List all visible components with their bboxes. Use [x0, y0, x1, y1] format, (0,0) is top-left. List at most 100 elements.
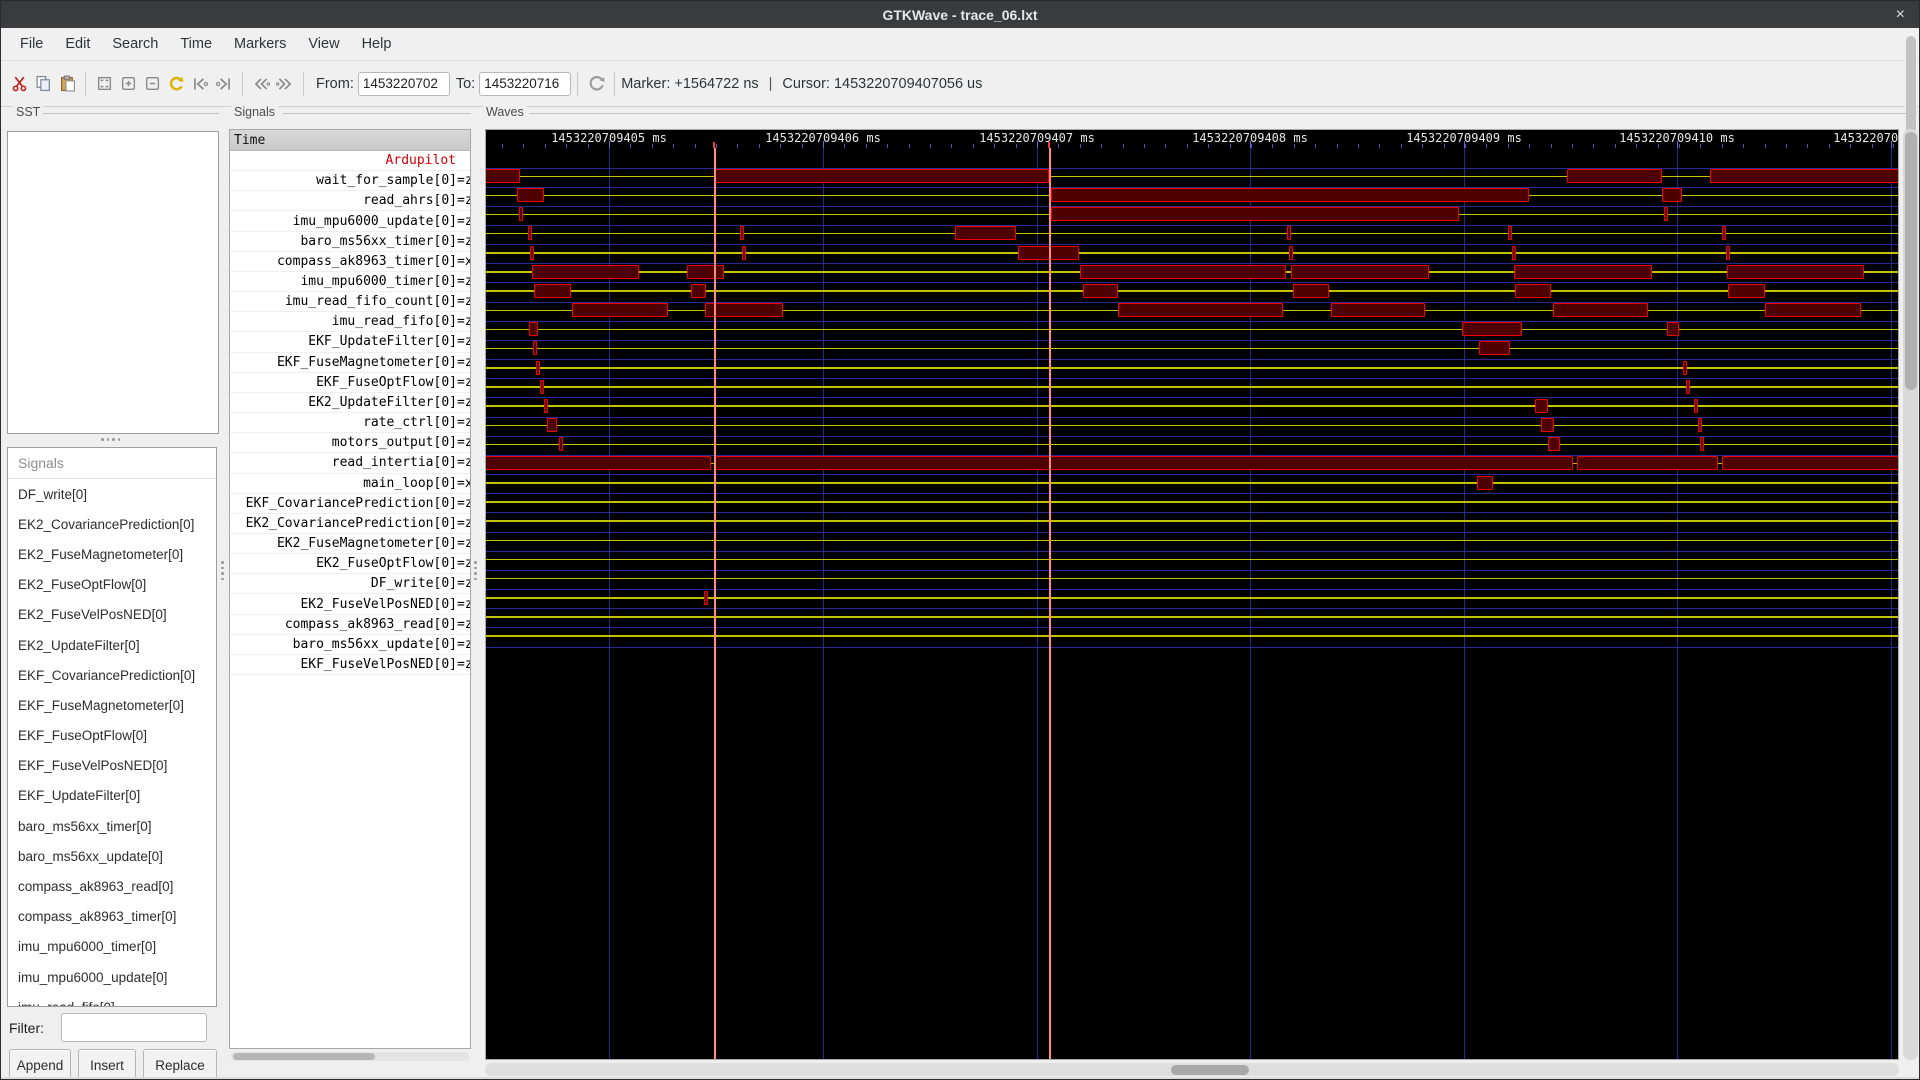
- menu-help[interactable]: Help: [351, 28, 403, 60]
- baseline-marker-line[interactable]: [714, 148, 716, 1059]
- signal-list-item[interactable]: compass_ak8963_read[0]: [8, 871, 216, 901]
- cursor-marker-line[interactable]: [1049, 148, 1051, 1059]
- signal-list-item[interactable]: EK2_CovariancePrediction[0]: [8, 509, 216, 539]
- paste-icon[interactable]: [56, 73, 78, 95]
- from-input[interactable]: [357, 71, 450, 96]
- signal-list-item[interactable]: compass_ak8963_timer[0]: [8, 902, 216, 932]
- signal-row[interactable]: read_ahrs[0] =z: [230, 191, 470, 212]
- menu-edit[interactable]: Edit: [54, 28, 101, 60]
- reload-icon[interactable]: [585, 73, 607, 95]
- signal-row[interactable]: imu_mpu6000_update[0] =z: [230, 211, 470, 232]
- signal-row[interactable]: baro_ms56xx_update[0] =z: [230, 635, 470, 655]
- trace-separator: [486, 627, 1898, 629]
- pane-splitter-left[interactable]: [221, 561, 224, 580]
- signals-hscrollbar[interactable]: [231, 1052, 469, 1061]
- signal-list-item[interactable]: baro_ms56xx_update[0]: [8, 841, 216, 871]
- signal-list-item[interactable]: DF_write[0]: [8, 479, 216, 509]
- signal-list-item[interactable]: EK2_FuseMagnetometer[0]: [8, 539, 216, 569]
- signal-row[interactable]: imu_mpu6000_timer[0] =z: [230, 272, 470, 293]
- signal-list-item[interactable]: imu_mpu6000_timer[0]: [8, 932, 216, 962]
- wave-x-block-imu_read_fifo_count: [1293, 283, 1329, 298]
- signal-row[interactable]: read_intertia[0] =z: [230, 453, 470, 474]
- signal-list-item[interactable]: EK2_UpdateFilter[0]: [8, 630, 216, 660]
- replace-button[interactable]: Replace: [143, 1049, 217, 1079]
- pane-splitter-waves[interactable]: [474, 561, 477, 580]
- cut-icon[interactable]: [8, 73, 30, 95]
- menu-view[interactable]: View: [297, 28, 350, 60]
- trace-z-line-EK2_FuseVelPosNED: [486, 577, 1898, 580]
- insert-button[interactable]: Insert: [78, 1049, 136, 1079]
- menu-file[interactable]: File: [9, 28, 54, 60]
- signal-list-item[interactable]: EKF_FuseVelPosNED[0]: [8, 751, 216, 781]
- signal-name: motors_output[0]: [331, 435, 457, 451]
- jump-start-icon[interactable]: [189, 73, 211, 95]
- menu-time[interactable]: Time: [169, 28, 223, 60]
- shift-right-icon[interactable]: [274, 73, 296, 95]
- sst-splitter[interactable]: [101, 438, 120, 441]
- zoom-fit-icon[interactable]: [93, 73, 115, 95]
- signal-value: =z: [457, 495, 470, 511]
- signal-row[interactable]: EK2_CovariancePrediction[0] =z: [230, 514, 470, 534]
- signal-row[interactable]: EK2_FuseMagnetometer[0] =z: [230, 534, 470, 555]
- filter-label: Filter:: [9, 1020, 44, 1036]
- signal-list-item[interactable]: imu_read_fifo[0]: [8, 992, 216, 1006]
- waves-vscrollbar[interactable]: [1903, 129, 1918, 1060]
- signals-frame-line: [283, 113, 471, 114]
- title-bar[interactable]: GTKWave - trace_06.lxt ×: [1, 1, 1919, 28]
- signal-list-item[interactable]: EKF_CovariancePrediction[0]: [8, 660, 216, 690]
- append-button[interactable]: Append: [9, 1049, 71, 1079]
- waves-vscroll-thumb[interactable]: [1904, 132, 1917, 390]
- signal-name: read_intertia[0]: [331, 455, 457, 471]
- signal-value: =z: [457, 636, 470, 652]
- signal-list-item[interactable]: baro_ms56xx_timer[0]: [8, 811, 216, 841]
- signal-row[interactable]: EK2_FuseVelPosNED[0] =z: [230, 594, 470, 615]
- signal-list-item[interactable]: EK2_FuseOptFlow[0]: [8, 570, 216, 600]
- close-icon[interactable]: ×: [1890, 1, 1911, 28]
- signal-group-label[interactable]: Ardupilot: [230, 151, 470, 172]
- signal-list-item[interactable]: EKF_FuseMagnetometer[0]: [8, 690, 216, 720]
- signal-list-item[interactable]: EKF_FuseOptFlow[0]: [8, 721, 216, 751]
- copy-icon[interactable]: [32, 73, 54, 95]
- timeline-label: 1453220709410 ms: [1619, 131, 1735, 145]
- waves-hscrollbar[interactable]: [485, 1063, 1899, 1076]
- signal-row[interactable]: EKF_FuseVelPosNED[0] =z: [230, 655, 470, 676]
- signal-row[interactable]: DF_write[0] =z: [230, 574, 470, 595]
- signal-row[interactable]: compass_ak8963_timer[0] =x: [230, 252, 470, 272]
- signal-row[interactable]: imu_read_fifo_count[0] =z: [230, 292, 470, 313]
- zoom-undo-icon[interactable]: [165, 73, 187, 95]
- wave-x-block-rate_ctrl: [544, 398, 548, 413]
- signal-row[interactable]: EKF_CovariancePrediction[0] =z: [230, 494, 470, 514]
- signal-row[interactable]: rate_ctrl[0] =z: [230, 413, 470, 434]
- signal-row[interactable]: main_loop[0] =x: [230, 474, 470, 494]
- wave-x-block-baro_ms56xx_timer: [1508, 226, 1512, 241]
- to-input[interactable]: [479, 71, 572, 96]
- signal-row[interactable]: EKF_FuseOptFlow[0] =z: [230, 373, 470, 393]
- signal-row[interactable]: motors_output[0] =z: [230, 433, 470, 454]
- signal-row[interactable]: EK2_UpdateFilter[0] =z: [230, 393, 470, 414]
- menu-search[interactable]: Search: [101, 28, 169, 60]
- zoom-out-icon[interactable]: [141, 73, 163, 95]
- filter-input[interactable]: [61, 1013, 207, 1042]
- signal-list-item[interactable]: EKF_UpdateFilter[0]: [8, 781, 216, 811]
- signal-list-item[interactable]: imu_mpu6000_update[0]: [8, 962, 216, 992]
- signals-hscroll-thumb[interactable]: [233, 1053, 375, 1060]
- signal-row[interactable]: wait_for_sample[0] =z: [230, 171, 470, 192]
- signal-row[interactable]: EKF_UpdateFilter[0] =z: [230, 332, 470, 353]
- time-header[interactable]: Time: [230, 130, 470, 151]
- jump-end-icon[interactable]: [213, 73, 235, 95]
- waves-hscroll-thumb[interactable]: [1171, 1064, 1249, 1075]
- wave-timeline[interactable]: 1453220709405 ms 1453220709406 ms 14532207…: [486, 130, 1898, 148]
- signal-row[interactable]: compass_ak8963_read[0] =z: [230, 615, 470, 635]
- shift-left-icon[interactable]: [250, 73, 272, 95]
- menu-markers[interactable]: Markers: [223, 28, 297, 60]
- signal-row[interactable]: baro_ms56xx_timer[0] =z: [230, 232, 470, 252]
- wave-x-block-read_intertia: [559, 437, 563, 452]
- signal-row[interactable]: EKF_FuseMagnetometer[0] =z: [230, 353, 470, 373]
- zoom-in-icon[interactable]: [117, 73, 139, 95]
- sst-tree[interactable]: [7, 131, 219, 434]
- signal-list-item[interactable]: EK2_FuseVelPosNED[0]: [8, 600, 216, 630]
- signal-row[interactable]: EK2_FuseOptFlow[0] =z: [230, 554, 470, 575]
- signal-row[interactable]: imu_read_fifo[0] =z: [230, 312, 470, 333]
- signal-name: EKF_FuseOptFlow[0]: [316, 374, 457, 390]
- wave-canvas[interactable]: [486, 148, 1898, 1059]
